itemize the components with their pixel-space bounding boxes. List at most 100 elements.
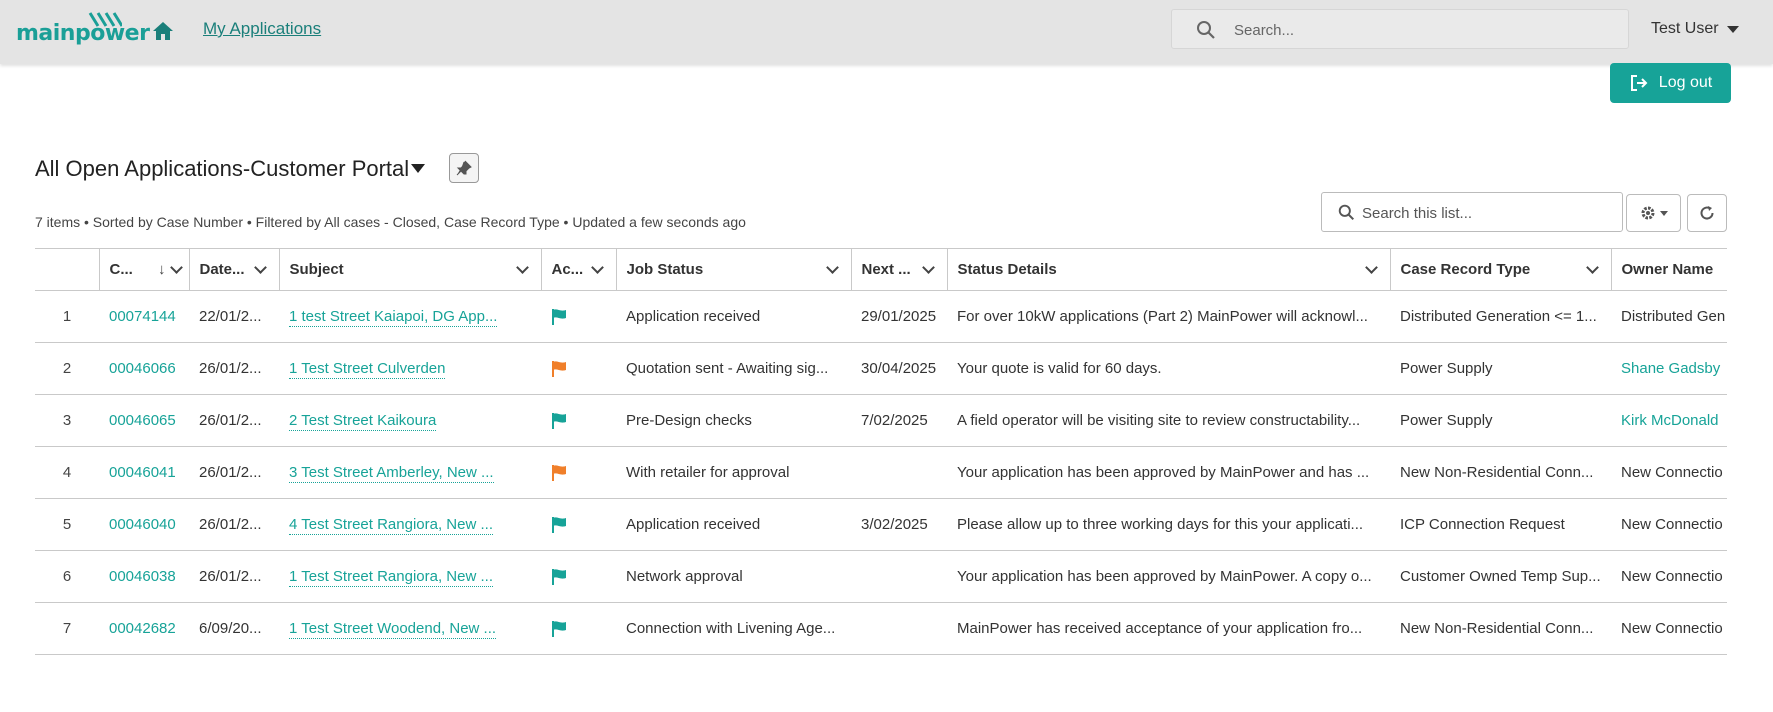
home-icon[interactable] — [151, 19, 175, 43]
column-header-action[interactable]: Ac... — [540, 248, 616, 291]
my-applications-link[interactable]: My Applications — [203, 19, 321, 39]
case-number-link[interactable]: 00074144 — [109, 308, 176, 325]
subject-cell: 4 Test Street Rangiora, New ... — [279, 498, 541, 551]
subject-link[interactable]: 1 Test Street Culverden — [289, 360, 446, 379]
subject-link[interactable]: 4 Test Street Rangiora, New ... — [289, 516, 493, 535]
chevron-down-icon[interactable] — [169, 261, 183, 274]
case-number-cell: 00046041 — [99, 446, 189, 499]
owner-name: New Connectio — [1621, 568, 1723, 585]
subject-cell: 1 Test Street Culverden — [279, 342, 541, 395]
column-header-job-status[interactable]: Job Status — [615, 248, 851, 291]
owner-name-cell: New Connectio — [1611, 498, 1727, 551]
owner-name: Distributed Gen — [1621, 308, 1726, 325]
case-number-link[interactable]: 00042682 — [109, 620, 176, 637]
owner-name[interactable]: Kirk McDonald — [1621, 412, 1719, 429]
subject-link[interactable]: 2 Test Street Kaikoura — [289, 412, 437, 431]
flag-icon — [552, 620, 566, 637]
list-search-input[interactable] — [1362, 202, 1612, 224]
owner-name-cell: Kirk McDonald — [1611, 394, 1727, 447]
row-number: 2 — [35, 342, 99, 395]
column-header-case-record-type[interactable]: Case Record Type — [1389, 248, 1611, 291]
row-number: 4 — [35, 446, 99, 499]
owner-name-cell: Shane Gadsby — [1611, 342, 1727, 395]
status-details-cell: Your application has been approved by Ma… — [947, 550, 1390, 603]
applications-table: C... ↓ Date... Subject Ac... Job Status … — [35, 248, 1727, 658]
next-date-cell — [851, 446, 947, 499]
flag-icon — [552, 412, 566, 429]
column-header-subject[interactable]: Subject — [278, 248, 541, 291]
logo-bars-icon — [88, 12, 122, 27]
logout-button[interactable]: Log out — [1610, 63, 1731, 103]
column-header-status-details[interactable]: Status Details — [946, 248, 1390, 291]
next-date-cell — [851, 602, 947, 655]
date-cell: 26/01/2... — [189, 394, 279, 447]
case-number-link[interactable]: 00046066 — [109, 360, 176, 377]
column-label: Next ... — [861, 261, 911, 278]
table-header-row: C... ↓ Date... Subject Ac... Job Status … — [35, 248, 1727, 291]
gear-icon — [1641, 206, 1654, 220]
table-row[interactable]: 6 00046038 26/01/2... 1 Test Street Rangior… — [35, 550, 1727, 603]
case-number-link[interactable]: 00046065 — [109, 412, 176, 429]
chevron-down-icon[interactable] — [590, 261, 604, 274]
owner-name[interactable]: Shane Gadsby — [1621, 360, 1720, 377]
chevron-down-icon[interactable] — [1364, 261, 1378, 274]
case-number-link[interactable]: 00046038 — [109, 568, 176, 585]
job-status-cell: Connection with Livening Age... — [616, 602, 851, 655]
chevron-down-icon[interactable] — [253, 261, 267, 274]
case-record-type-cell: Power Supply — [1390, 394, 1611, 447]
job-status-cell: Quotation sent - Awaiting sig... — [616, 342, 851, 395]
table-row[interactable]: 3 00046065 26/01/2... 2 Test Street Kaikour… — [35, 394, 1727, 447]
list-search[interactable] — [1321, 192, 1623, 232]
user-menu[interactable]: Test User — [1651, 20, 1739, 38]
chevron-down-icon — [1659, 210, 1668, 216]
subject-link[interactable]: 3 Test Street Amberley, New ... — [289, 464, 494, 483]
flag-icon — [552, 308, 566, 325]
column-header-case-number[interactable]: C... ↓ — [98, 248, 189, 291]
refresh-icon — [1700, 206, 1714, 220]
table-row[interactable]: 2 00046066 26/01/2... 1 Test Street Culverd… — [35, 342, 1727, 395]
action-flag-cell — [541, 290, 616, 343]
table-row[interactable]: 5 00046040 26/01/2... 4 Test Street Rangior… — [35, 498, 1727, 551]
next-date-cell: 3/02/2025 — [851, 498, 947, 551]
chevron-down-icon — [1726, 25, 1739, 33]
status-details-cell: A field operator will be visiting site t… — [947, 394, 1390, 447]
chevron-down-icon[interactable] — [1585, 261, 1599, 274]
column-header-next[interactable]: Next ... — [850, 248, 947, 291]
mainpower-logo[interactable]: mainpower — [16, 12, 150, 46]
status-details-cell: Your quote is valid for 60 days. — [947, 342, 1390, 395]
job-status-cell: Network approval — [616, 550, 851, 603]
column-label: Ac... — [551, 261, 584, 278]
refresh-button[interactable] — [1687, 194, 1727, 232]
subject-link[interactable]: 1 test Street Kaiapoi, DG App... — [289, 308, 498, 327]
next-date-cell — [851, 550, 947, 603]
action-flag-cell — [541, 446, 616, 499]
subject-link[interactable]: 1 Test Street Rangiora, New ... — [289, 568, 493, 587]
case-record-type-cell: Power Supply — [1390, 342, 1611, 395]
case-number-link[interactable]: 00046041 — [109, 464, 176, 481]
case-number-cell: 00074144 — [99, 290, 189, 343]
subject-link[interactable]: 1 Test Street Woodend, New ... — [289, 620, 497, 639]
chevron-down-icon[interactable] — [921, 261, 935, 274]
top-bar: mainpower My Applications Test User — [0, 0, 1773, 64]
subject-cell: 3 Test Street Amberley, New ... — [279, 446, 541, 499]
pin-icon — [456, 160, 472, 176]
action-flag-cell — [541, 550, 616, 603]
list-view-title: All Open Applications-Customer Portal — [35, 156, 410, 181]
column-header-date[interactable]: Date... — [188, 248, 279, 291]
global-search[interactable] — [1171, 9, 1629, 49]
global-search-input[interactable] — [1234, 18, 1614, 42]
column-label: C... — [109, 261, 133, 278]
table-row[interactable]: 4 00046041 26/01/2... 3 Test Street Amberle… — [35, 446, 1727, 499]
chevron-down-icon[interactable] — [515, 261, 529, 274]
table-row[interactable]: 1 00074144 22/01/2... 1 test Street Kaiapoi… — [35, 290, 1727, 343]
list-settings-button[interactable] — [1626, 194, 1681, 232]
flag-icon — [552, 360, 566, 377]
chevron-down-icon[interactable] — [825, 261, 839, 274]
action-flag-cell — [541, 498, 616, 551]
table-row[interactable]: 7 00042682 6/09/20... 1 Test Street Woodend… — [35, 602, 1727, 655]
case-number-link[interactable]: 00046040 — [109, 516, 176, 533]
pin-list-button[interactable] — [449, 153, 479, 183]
column-header-owner-name[interactable]: Owner Name — [1610, 248, 1727, 291]
list-view-switcher-icon[interactable] — [411, 164, 425, 173]
status-details-cell: Please allow up to three working days fo… — [947, 498, 1390, 551]
